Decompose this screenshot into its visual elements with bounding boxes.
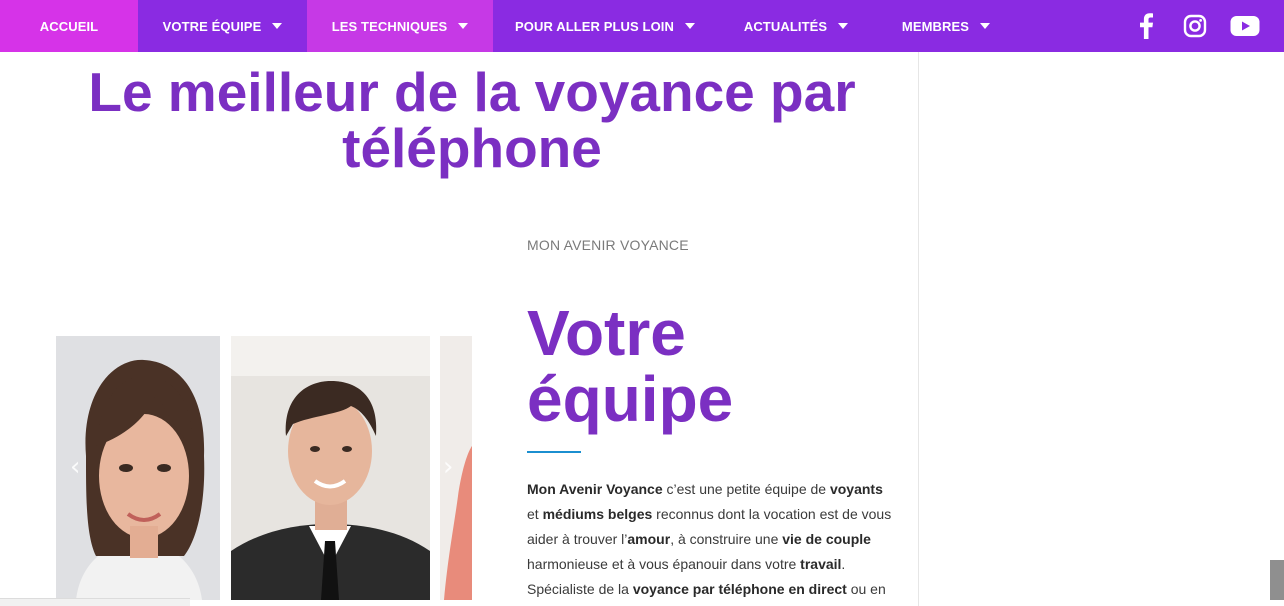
facebook-icon[interactable]	[1128, 0, 1164, 52]
nav-label: POUR ALLER PLUS LOIN	[515, 18, 674, 34]
emphasis: amour	[627, 531, 671, 547]
nav-item-membres[interactable]: MEMBRES	[875, 0, 1017, 52]
text-run: et	[527, 506, 543, 522]
section-overline: MON AVENIR VOYANCE	[527, 237, 689, 253]
text-run: c’est une petite équipe de	[662, 481, 830, 497]
text-run: , à construire une	[670, 531, 783, 547]
nav-item-les-techniques[interactable]: LES TECHNIQUES	[307, 0, 493, 52]
section-title-line2: équipe	[527, 363, 734, 435]
nav-item-accueil[interactable]: ACCUEIL	[0, 0, 138, 52]
team-member-photo[interactable]	[231, 336, 430, 600]
chevron-down-icon	[838, 23, 849, 29]
nav-label: ACTUALITÉS	[743, 18, 828, 34]
emphasis: vie de couple	[782, 531, 871, 547]
youtube-icon[interactable]	[1225, 0, 1265, 52]
intro-paragraph: Mon Avenir Voyance c’est une petite équi…	[527, 477, 892, 602]
chevron-down-icon	[684, 23, 695, 29]
nav-label: LES TECHNIQUES	[331, 18, 448, 34]
nav-label: MEMBRES	[901, 18, 970, 34]
nav-label: VOTRE ÉQUIPE	[162, 18, 262, 34]
title-underline	[527, 451, 581, 453]
team-carousel[interactable]	[56, 336, 472, 600]
emphasis: voyants	[829, 481, 883, 497]
emphasis: travail	[800, 556, 842, 572]
text-run: harmonieuse et à vous épanouir dans votr…	[527, 556, 801, 572]
browser-status-bar	[0, 598, 190, 606]
scrollbar-thumb[interactable]	[1270, 560, 1284, 600]
text-run: ou en	[846, 581, 886, 597]
nav-item-pour-aller-plus-loin[interactable]: POUR ALLER PLUS LOIN	[493, 0, 717, 52]
section-title-line1: Votre	[527, 297, 686, 369]
instagram-icon[interactable]	[1177, 0, 1213, 52]
nav-label: ACCUEIL	[39, 18, 99, 34]
chevron-down-icon	[980, 23, 991, 29]
emphasis: médiums belges	[542, 506, 653, 522]
carousel-next-button[interactable]: ›	[443, 452, 453, 482]
team-member-photo[interactable]	[56, 336, 220, 600]
nav-item-actualites[interactable]: ACTUALITÉS	[717, 0, 875, 52]
main-navigation: ACCUEIL VOTRE ÉQUIPE LES TECHNIQUES POUR…	[0, 0, 1284, 52]
carousel-prev-button[interactable]: ‹	[70, 452, 80, 482]
page-title: Le meilleur de la voyance par téléphone	[20, 64, 924, 176]
page-title-line1: Le meilleur de la voyance par	[88, 61, 856, 123]
emphasis: voyance par téléphone en direct	[632, 581, 847, 597]
chevron-down-icon	[458, 23, 469, 29]
section-title: Votre équipe	[527, 300, 733, 432]
chevron-down-icon	[272, 23, 283, 29]
nav-item-votre-equipe[interactable]: VOTRE ÉQUIPE	[138, 0, 307, 52]
emphasis: Mon Avenir Voyance	[527, 481, 663, 497]
page-title-line2: téléphone	[342, 117, 602, 179]
